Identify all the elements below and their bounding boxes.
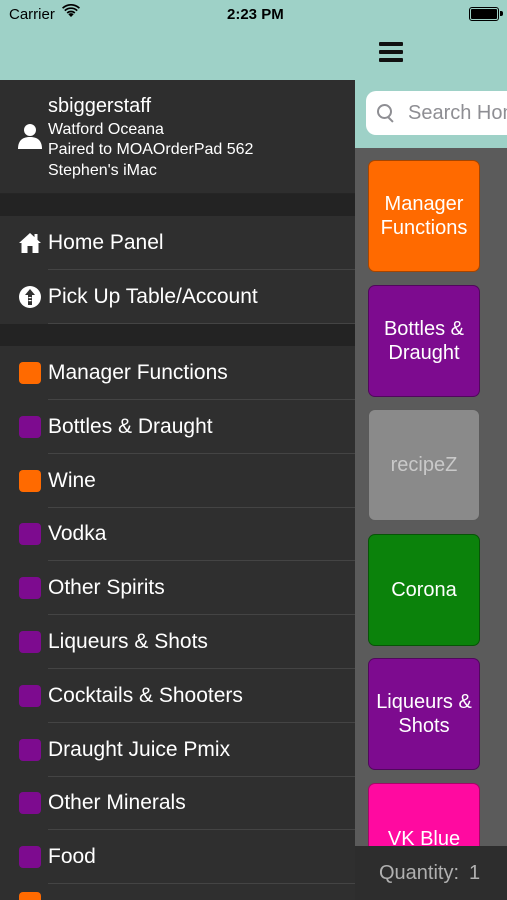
- product-tile[interactable]: Corona: [368, 533, 480, 646]
- category-color-swatch: [19, 415, 41, 438]
- quantity-label: Quantity:: [379, 861, 460, 884]
- section-divider: [0, 324, 355, 346]
- product-tile[interactable]: Manager Functions: [368, 160, 480, 272]
- main-view: Manager Functions Bottles & Draught recipe…: [355, 0, 507, 900]
- status-time: 2:23 PM: [227, 6, 284, 23]
- category-label: Food: [48, 845, 96, 869]
- category-item[interactable]: Vodka: [0, 507, 355, 562]
- category-label: Other Spirits: [48, 576, 165, 600]
- category-item[interactable]: Liqueurs & Shots: [0, 615, 355, 669]
- pickup-icon: [19, 286, 41, 308]
- category-label: Vodka: [48, 522, 107, 546]
- category-item[interactable]: Cocktails & Shooters: [0, 669, 355, 723]
- device-name: Stephen's iMac: [48, 162, 157, 179]
- house-icon: [19, 233, 41, 253]
- product-tile[interactable]: recipeZ: [368, 409, 480, 521]
- category-item[interactable]: Bottles & Draught: [0, 400, 355, 454]
- category-color-swatch: [19, 792, 41, 815]
- category-label: Liqueurs & Shots: [48, 630, 208, 653]
- category-color-swatch: [19, 631, 41, 653]
- side-drawer: Carrier 2:23 PM sbiggerstaff Watford Oce…: [0, 0, 355, 900]
- search-input[interactable]: [408, 101, 507, 125]
- category-label: Wine: [48, 468, 96, 492]
- paired-device: Paired to MOAOrderPad 562: [48, 141, 254, 158]
- user-icon: [18, 124, 42, 149]
- category-color-swatch: [19, 684, 41, 707]
- username: sbiggerstaff: [48, 95, 152, 117]
- quantity-bar: Quantity: 1: [355, 846, 507, 900]
- category-item[interactable]: Other Minerals: [0, 776, 355, 831]
- search-bar[interactable]: [366, 91, 507, 135]
- product-tiles: Manager Functions Bottles & Draught recipe…: [368, 160, 480, 900]
- wifi-icon: [62, 4, 80, 17]
- product-tile[interactable]: Bottles & Draught: [368, 284, 480, 397]
- nav-item-home-panel[interactable]: Home Panel: [0, 216, 355, 270]
- category-item[interactable]: Draught Juice Pmix: [0, 723, 355, 777]
- battery-icon: [469, 7, 503, 21]
- category-color-swatch: [19, 523, 41, 546]
- nav-item-label: Pick Up Table/Account: [48, 285, 258, 308]
- status-bar: Carrier 2:23 PM: [0, 0, 355, 28]
- category-item[interactable]: Food: [0, 830, 355, 885]
- category-label: Bottles & Draught: [48, 414, 213, 438]
- quantity-value[interactable]: 1: [469, 862, 480, 885]
- category-color-swatch: [19, 738, 41, 761]
- category-color-swatch: [19, 892, 41, 900]
- category-item[interactable]: Wine: [0, 454, 355, 508]
- drawer-header: Carrier 2:23 PM: [0, 0, 355, 80]
- search-icon: [376, 103, 396, 123]
- category-item[interactable]: Manager Functions: [0, 346, 355, 400]
- category-label: Manager Functions: [48, 361, 228, 384]
- category-color-swatch: [19, 577, 41, 600]
- category-color-swatch: [19, 362, 41, 384]
- category-color-swatch: [19, 846, 41, 869]
- nav-item-label: Home Panel: [48, 231, 164, 254]
- product-tile[interactable]: Liqueurs & Shots: [368, 658, 480, 770]
- category-color-swatch: [19, 469, 41, 492]
- carrier-label: Carrier: [9, 6, 55, 23]
- category-item[interactable]: Other Spirits: [0, 561, 355, 616]
- category-label: Draught Juice Pmix: [48, 737, 231, 761]
- menu-icon[interactable]: [379, 42, 403, 62]
- nav-item-pick-up-table[interactable]: Pick Up Table/Account: [0, 270, 355, 324]
- category-label: Cocktails & Shooters: [48, 683, 243, 707]
- section-divider: [0, 194, 355, 216]
- venue-name: Watford Oceana: [48, 121, 164, 138]
- category-label: Other Minerals: [48, 791, 186, 815]
- user-profile: sbiggerstaff Watford Oceana Paired to MO…: [0, 80, 355, 194]
